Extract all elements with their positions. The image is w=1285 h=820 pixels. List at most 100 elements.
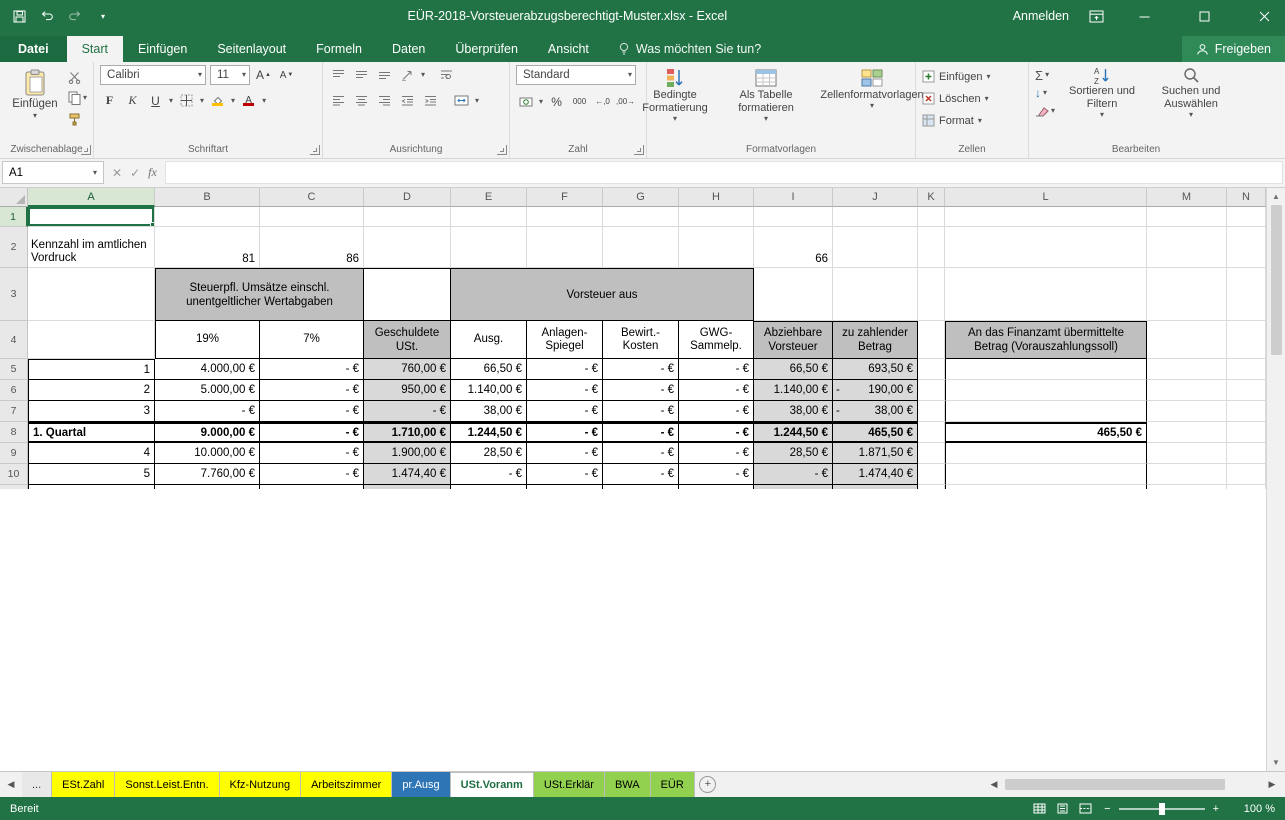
col-header-F[interactable]: F (527, 188, 603, 207)
zoom-slider-thumb[interactable] (1159, 803, 1165, 815)
cell-C4[interactable]: 7% (260, 321, 364, 359)
cell-D2[interactable] (364, 227, 451, 268)
col-header-K[interactable]: K (918, 188, 945, 207)
zoom-level[interactable]: 100 % (1231, 803, 1285, 815)
col-header-H[interactable]: H (679, 188, 754, 207)
cell-F4[interactable]: Anlagen-Spiegel (527, 321, 603, 359)
cell-L9[interactable] (945, 443, 1147, 464)
cell-N5[interactable] (1227, 359, 1266, 380)
cell-N6[interactable] (1227, 380, 1266, 401)
cell-H9[interactable]: - € (679, 443, 754, 464)
col-header-I[interactable]: I (754, 188, 833, 207)
horizontal-scroll-thumb[interactable] (1005, 779, 1225, 790)
cell-B10[interactable]: 7.760,00 € (155, 464, 260, 485)
align-center-icon[interactable] (352, 91, 371, 110)
cell-L6[interactable] (945, 380, 1147, 401)
cell-M7[interactable] (1147, 401, 1227, 422)
borders-button[interactable] (177, 91, 196, 110)
sheet-tab-ust-erklär[interactable]: USt.Erklär (534, 772, 605, 797)
cell-M1[interactable] (1147, 207, 1227, 227)
redo-icon[interactable] (66, 7, 84, 25)
align-bottom-icon[interactable] (375, 65, 394, 84)
cell-B1[interactable] (155, 207, 260, 227)
col-header-J[interactable]: J (833, 188, 918, 207)
name-box[interactable]: A1▾ (2, 161, 104, 184)
decrease-indent-icon[interactable] (398, 91, 417, 110)
row-header-5[interactable]: 5 (0, 359, 28, 380)
comma-style-button[interactable]: 000 (570, 92, 589, 111)
cell-D7[interactable]: - € (364, 401, 451, 422)
cell-F1[interactable] (527, 207, 603, 227)
cell-J8[interactable]: 465,50 € (833, 422, 918, 443)
cell-K2[interactable] (918, 227, 945, 268)
cell-C6[interactable]: - € (260, 380, 364, 401)
tab-daten[interactable]: Daten (377, 36, 440, 62)
cell-K10[interactable] (918, 464, 945, 485)
cell-F9[interactable]: - € (527, 443, 603, 464)
cell-A8[interactable]: 1. Quartal (28, 422, 155, 443)
cell-E4[interactable]: Ausg. (451, 321, 527, 359)
confirm-entry-icon[interactable]: ✓ (130, 166, 140, 180)
vertical-scrollbar[interactable]: ▲ ▼ (1266, 188, 1285, 771)
increase-decimal-button[interactable]: ←,0 (593, 92, 612, 111)
cell-N10[interactable] (1227, 464, 1266, 485)
cell-K3[interactable] (918, 268, 945, 321)
formula-input[interactable] (165, 161, 1283, 184)
increase-font-size-button[interactable]: A▲ (254, 66, 273, 85)
cell-A5[interactable]: 1 (28, 359, 155, 380)
cell-L3[interactable] (945, 268, 1147, 321)
cell-I10[interactable]: - € (754, 464, 833, 485)
bold-button[interactable]: F (100, 91, 119, 110)
zoom-slider[interactable] (1119, 808, 1205, 810)
cell-F2[interactable] (527, 227, 603, 268)
row-header-10[interactable]: 10 (0, 464, 28, 485)
cell-H2[interactable] (679, 227, 754, 268)
scroll-down-icon[interactable]: ▼ (1267, 754, 1285, 771)
cell-E10[interactable]: - € (451, 464, 527, 485)
cell-K4[interactable] (918, 321, 945, 359)
cell-L1[interactable] (945, 207, 1147, 227)
select-all-corner[interactable] (0, 188, 28, 207)
cell-A7[interactable]: 3 (28, 401, 155, 422)
autosum-button[interactable]: Σ▾ (1035, 67, 1055, 83)
cell-K5[interactable] (918, 359, 945, 380)
cell-A9[interactable]: 4 (28, 443, 155, 464)
format-cells-button[interactable]: Format▾ (922, 111, 982, 130)
vertical-scroll-thumb[interactable] (1271, 205, 1282, 355)
copy-button[interactable]: ▾ (68, 90, 87, 106)
tab-ansicht[interactable]: Ansicht (533, 36, 604, 62)
cell-A2[interactable]: Kennzahl im amtlichen Vordruck (28, 227, 155, 268)
tab-datei[interactable]: Datei (0, 36, 67, 62)
cell-G4[interactable]: Bewirt.-Kosten (603, 321, 679, 359)
cell-D3[interactable] (364, 268, 451, 321)
row-header-6[interactable]: 6 (0, 380, 28, 401)
col-header-C[interactable]: C (260, 188, 364, 207)
cell-C10[interactable]: - € (260, 464, 364, 485)
cell-L7[interactable] (945, 401, 1147, 422)
cell-J1[interactable] (833, 207, 918, 227)
cell-E3[interactable]: Vorsteuer aus (451, 268, 754, 321)
col-header-D[interactable]: D (364, 188, 451, 207)
cell-N8[interactable] (1227, 422, 1266, 443)
cell-F6[interactable]: - € (527, 380, 603, 401)
cell-K9[interactable] (918, 443, 945, 464)
row-header-3[interactable]: 3 (0, 268, 28, 321)
cell-B4[interactable]: 19% (155, 321, 260, 359)
cell-G7[interactable]: - € (603, 401, 679, 422)
cell-J10[interactable]: 1.474,40 € (833, 464, 918, 485)
col-header-N[interactable]: N (1227, 188, 1266, 207)
sort-filter-button[interactable]: AZ Sortieren und Filtern▾ (1059, 65, 1145, 121)
cell-G9[interactable]: - € (603, 443, 679, 464)
wrap-text-icon[interactable] (437, 65, 456, 84)
tab-seitenlayout[interactable]: Seitenlayout (202, 36, 301, 62)
tab-einfügen[interactable]: Einfügen (123, 36, 202, 62)
row-header-4[interactable]: 4 (0, 321, 28, 359)
cell-L8[interactable]: 465,50 € (945, 422, 1147, 443)
col-header-B[interactable]: B (155, 188, 260, 207)
cell-D6[interactable]: 950,00 € (364, 380, 451, 401)
tell-me-box[interactable]: Was möchten Sie tun? (604, 36, 775, 62)
decrease-font-size-button[interactable]: A▼ (277, 66, 296, 85)
tab-überprüfen[interactable]: Überprüfen (440, 36, 533, 62)
merge-center-icon[interactable] (452, 91, 471, 110)
hscroll-right-icon[interactable]: ▶ (1261, 779, 1283, 790)
